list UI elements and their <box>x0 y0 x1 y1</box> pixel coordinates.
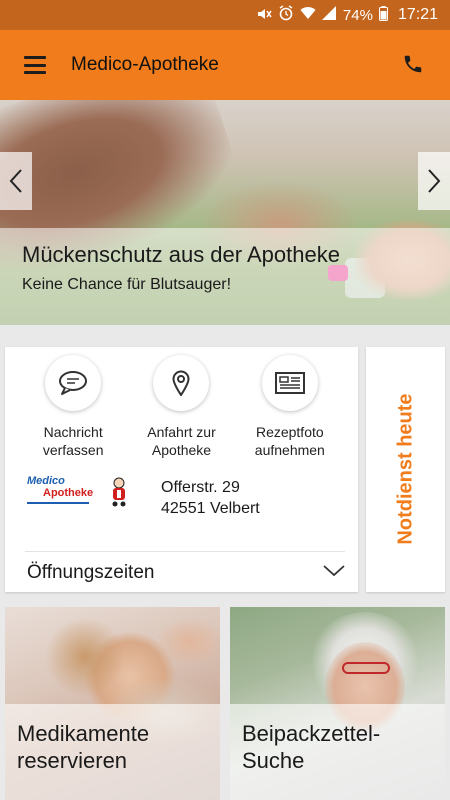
tile-caption: Medikamente reservieren <box>5 704 220 800</box>
mute-icon <box>256 7 272 24</box>
directions-action-button[interactable]: Anfahrt zur Apotheke <box>127 355 235 459</box>
clock: 17:21 <box>397 6 438 23</box>
hero-caption: Mückenschutz aus der Apotheke Keine Chan… <box>0 228 450 325</box>
directions-action-label: Anfahrt zur Apotheke <box>147 424 216 458</box>
opening-hours-toggle[interactable]: Öffnungszeiten <box>27 559 345 587</box>
phone-icon[interactable] <box>402 53 426 77</box>
logo-line <box>27 502 89 504</box>
map-pin-icon <box>153 355 210 411</box>
prescription-icon <box>261 355 318 411</box>
reserve-medication-tile[interactable]: Medikamente reservieren <box>5 607 220 800</box>
app-bar: Medico-Apotheke <box>0 30 450 100</box>
tile-image-hair <box>45 617 125 697</box>
prescription-photo-action-button[interactable]: Rezeptfoto aufnehmen <box>236 355 344 459</box>
pharmacy-info-card: Nachricht verfassen Anfahrt zur Apotheke… <box>5 347 358 592</box>
pharmacy-address-row: Medico Apotheke Offerstr. 29 42551 Velbe… <box>25 475 345 521</box>
leaflet-search-label: Beipackzettel- Suche <box>242 721 381 773</box>
prescription-photo-action-label: Rezeptfoto aufnehmen <box>254 424 325 458</box>
pharmacy-logo: Medico Apotheke <box>25 475 133 521</box>
logo-text-medico: Medico <box>27 475 65 487</box>
chat-bubble-icon <box>45 355 102 411</box>
reserve-medication-label: Medikamente reservieren <box>17 721 150 773</box>
hero-banner[interactable]: Mückenschutz aus der Apotheke Keine Chan… <box>0 100 450 325</box>
tile-caption: Beipackzettel- Suche <box>230 704 445 800</box>
app-title: Medico-Apotheke <box>71 54 219 75</box>
logo-text-apotheke: Apotheke <box>43 487 94 499</box>
carousel-prev-button[interactable] <box>0 152 32 210</box>
status-bar: 74% 17:21 <box>0 0 450 30</box>
wifi-icon <box>300 6 316 24</box>
battery-text: 74% <box>342 6 373 24</box>
quick-actions: Nachricht verfassen Anfahrt zur Apotheke… <box>5 347 358 459</box>
carousel-next-button[interactable] <box>418 152 450 210</box>
alarm-icon <box>278 5 294 25</box>
tile-image-hand <box>155 617 220 667</box>
signal-icon <box>321 6 337 24</box>
pharmacy-address: Offerstr. 29 42551 Velbert <box>161 477 260 519</box>
hero-subtitle: Keine Chance für Blutsauger! <box>22 276 232 293</box>
emergency-service-button[interactable]: Notdienst heute <box>366 347 445 592</box>
message-action-button[interactable]: Nachricht verfassen <box>19 355 127 459</box>
address-street: Offerstr. 29 <box>161 479 240 496</box>
chevron-down-icon <box>323 564 345 582</box>
opening-hours-label: Öffnungszeiten <box>27 562 155 583</box>
message-action-label: Nachricht verfassen <box>42 424 104 458</box>
address-city: 42551 Velbert <box>161 500 260 517</box>
battery-icon <box>378 5 388 25</box>
divider <box>25 551 345 552</box>
hero-title: Mückenschutz aus der Apotheke <box>22 242 340 267</box>
emergency-service-label: Notdienst heute <box>394 393 417 545</box>
tile-image-glasses <box>342 662 390 674</box>
mascot-icon <box>112 477 126 507</box>
leaflet-search-tile[interactable]: Beipackzettel- Suche <box>230 607 445 800</box>
menu-icon[interactable] <box>24 56 46 74</box>
